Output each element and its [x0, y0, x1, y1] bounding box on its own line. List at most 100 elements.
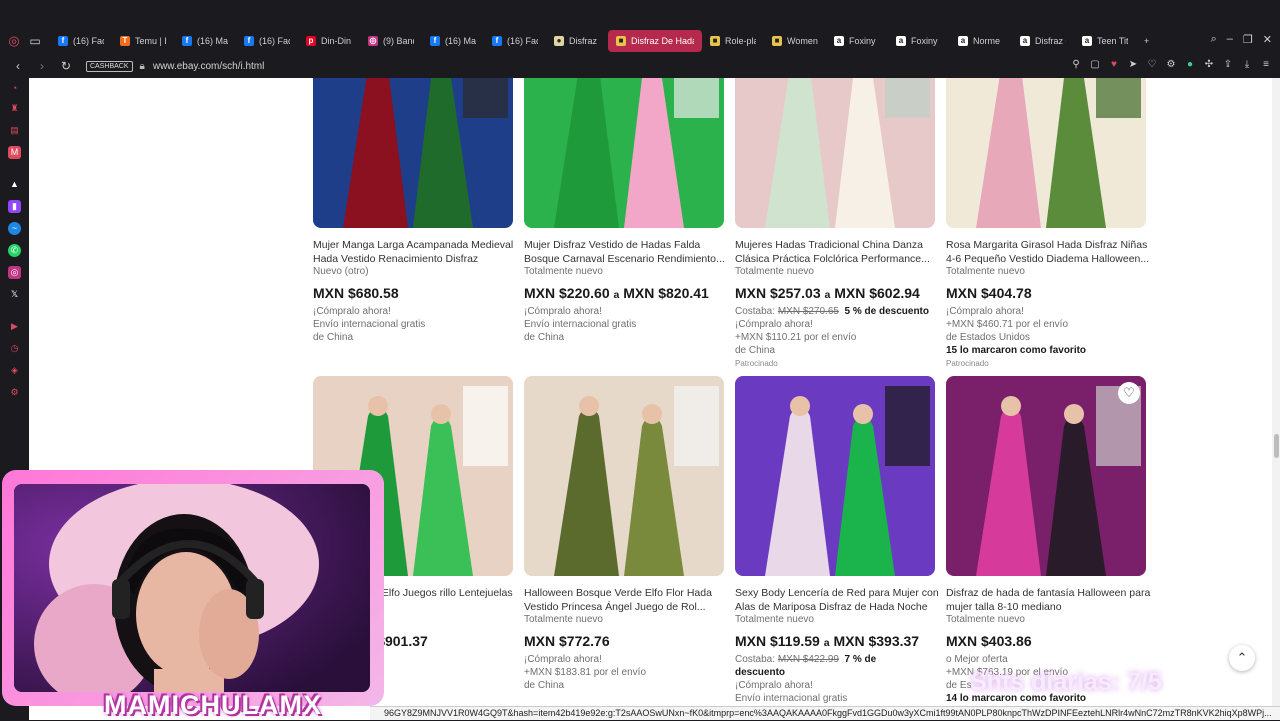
x-icon[interactable]: 𝕏 — [8, 288, 21, 301]
listing-title[interactable]: Mujeres Hadas Tradicional China Danza Cl… — [735, 238, 945, 266]
tab[interactable]: T Temu | E — [112, 30, 174, 52]
sidebar-settings-icon[interactable]: ⚙ — [8, 386, 21, 399]
streamer-name: MAMICHULAMX — [104, 690, 322, 720]
tab[interactable]: ◎ (9) Band — [360, 30, 422, 52]
workspaces-icon[interactable]: ▭ — [28, 34, 42, 48]
scrollbar-thumb[interactable] — [1274, 434, 1279, 458]
pocket-icon[interactable]: ♥ — [1108, 59, 1120, 70]
tab[interactable]: ■ Role-pla — [702, 30, 764, 52]
listing-title[interactable]: Mujer Disfraz Vestido de Hadas Falda Bos… — [524, 238, 734, 266]
tab[interactable]: a Foxiny — [888, 30, 950, 52]
snapshot-icon[interactable]: ▢ — [1089, 59, 1101, 70]
twitch-icon[interactable]: ▮ — [8, 200, 21, 213]
download-icon[interactable]: ⤓ — [1241, 59, 1253, 70]
tab[interactable]: a Norme — [950, 30, 1012, 52]
browser-menu-icon[interactable]: ◎ — [7, 33, 21, 48]
lock-icon[interactable]: 🔒︎ — [140, 61, 145, 72]
listing-detail: ¡Cómpralo ahora! — [524, 306, 602, 317]
back-icon[interactable]: ‹ — [12, 59, 24, 73]
listing-price: MXN $680.58 — [313, 285, 399, 301]
tab[interactable]: p Din-Din — [298, 30, 360, 52]
search-tabs-icon[interactable]: ⌕ — [1211, 33, 1217, 46]
listing-condition: Nuevo (otro) — [313, 266, 369, 277]
listing-title[interactable]: Disfraz de hada de fantasía Halloween pa… — [946, 586, 1156, 614]
listing-image[interactable]: ♡ — [946, 376, 1146, 576]
tab[interactable]: a Foxiny — [826, 30, 888, 52]
price-to: MXN $393.37 — [833, 633, 920, 649]
scrollbar[interactable] — [1272, 78, 1280, 720]
reload-icon[interactable]: ↻ — [60, 59, 72, 73]
history-icon[interactable]: ◷ — [8, 342, 21, 355]
old-price: MXN $270.65 — [777, 306, 839, 317]
old-price: MXN $422.99 — [777, 654, 839, 665]
sidebar-app-icon[interactable]: ♜ — [8, 102, 21, 115]
listing-detail: de China — [524, 332, 565, 343]
sidebar-app-icon[interactable]: M — [8, 146, 21, 159]
listing-image[interactable] — [735, 78, 935, 228]
tab[interactable]: ■ Disfraz De Hada — [608, 30, 702, 52]
sidebar-app-icon[interactable]: ▤ — [8, 124, 21, 137]
player-icon[interactable]: ▶ — [8, 320, 21, 333]
minimize-icon[interactable]: – — [1227, 33, 1233, 46]
heart-icon[interactable]: ♡ — [1146, 59, 1158, 70]
watch-heart-icon[interactable]: ♡ — [1118, 382, 1140, 404]
send-icon[interactable]: ➤ — [1127, 59, 1139, 70]
tab-label: Disfraz De Hada — [631, 36, 694, 46]
cashback-badge[interactable]: CASHBACK — [86, 60, 133, 72]
puzzle-icon[interactable]: ✣ — [1203, 59, 1215, 70]
instagram-icon[interactable]: ◎ — [8, 266, 21, 279]
sidebar-app-icon[interactable]: ◈ — [8, 364, 21, 377]
whatsapp-icon[interactable]: ✆ — [8, 244, 21, 257]
tab-label: (16) Mar — [197, 36, 228, 46]
listing-detail: de China — [735, 345, 776, 356]
url-field[interactable]: www.ebay.com/sch/i.html — [153, 61, 265, 72]
listing-title[interactable]: Rosa Margarita Girasol Hada Disfraz Niña… — [946, 238, 1156, 266]
tab[interactable]: f (16) Mar — [422, 30, 484, 52]
listing-title[interactable]: Sexy Body Lencería de Red para Mujer con… — [735, 586, 945, 614]
listing-condition: Totalmente nuevo — [735, 266, 814, 277]
listing-title[interactable]: Mujer Manga Larga Acampanada Medieval Ha… — [313, 238, 523, 266]
close-icon[interactable]: ✕ — [1263, 33, 1272, 46]
price-to: MXN $820.41 — [623, 285, 709, 301]
listing-image[interactable] — [735, 376, 935, 576]
listing-detail: Envío internacional gratis — [735, 693, 848, 704]
listing-image[interactable] — [524, 78, 724, 228]
tab-label: (16) Face — [507, 36, 538, 46]
sidebar-app-icon[interactable]: ◔ — [8, 82, 21, 95]
price-from: MXN $404.78 — [946, 285, 1032, 301]
tab[interactable]: ■ Womens — [764, 30, 826, 52]
tab[interactable]: ● Disfraz L — [546, 30, 608, 52]
new-tab-button[interactable]: + — [1136, 30, 1156, 52]
settings-icon[interactable]: ⚙ — [1165, 59, 1177, 70]
tab-favicon-icon: ■ — [710, 36, 720, 46]
pin-icon[interactable]: ⚲ — [1070, 59, 1082, 70]
tab[interactable]: a Disfraz d — [1012, 30, 1074, 52]
restore-icon[interactable]: ❐ — [1243, 33, 1253, 46]
tab[interactable]: f (16) Face — [50, 30, 112, 52]
listing-condition: Totalmente nuevo — [524, 266, 603, 277]
back-to-top-button[interactable]: ⌃ — [1229, 645, 1255, 671]
tab[interactable]: f (16) Face — [484, 30, 546, 52]
listing-image[interactable] — [946, 78, 1146, 228]
messenger-icon[interactable]: ~ — [8, 222, 21, 235]
tab-favicon-icon: p — [306, 36, 316, 46]
share-icon[interactable]: ⇪ — [1222, 59, 1234, 70]
discount: 5 % de descuento — [844, 306, 929, 317]
tab-label: Womens — [787, 36, 818, 46]
sidebar-app-icon[interactable]: ▲ — [8, 178, 21, 191]
menu-icon[interactable]: ≡ — [1260, 59, 1272, 70]
listing-title[interactable]: Halloween Bosque Verde Elfo Flor Hada Ve… — [524, 586, 734, 614]
listing-image[interactable] — [524, 376, 724, 576]
extension-icon[interactable]: ● — [1184, 59, 1196, 70]
tab[interactable]: f (16) Face — [236, 30, 298, 52]
forward-icon[interactable]: › — [36, 59, 48, 73]
listing-image[interactable] — [313, 78, 513, 228]
discount-continued: descuento — [735, 667, 786, 678]
listing-detail: ¡Cómpralo ahora! — [735, 680, 813, 691]
tab-label: Foxiny — [849, 36, 876, 46]
tab[interactable]: a Teen Tita — [1074, 30, 1136, 52]
tab-favicon-icon: f — [430, 36, 440, 46]
tab[interactable]: f (16) Mar — [174, 30, 236, 52]
tab-label: Norme — [973, 36, 1001, 46]
tab-favicon-icon: ◎ — [368, 36, 378, 46]
